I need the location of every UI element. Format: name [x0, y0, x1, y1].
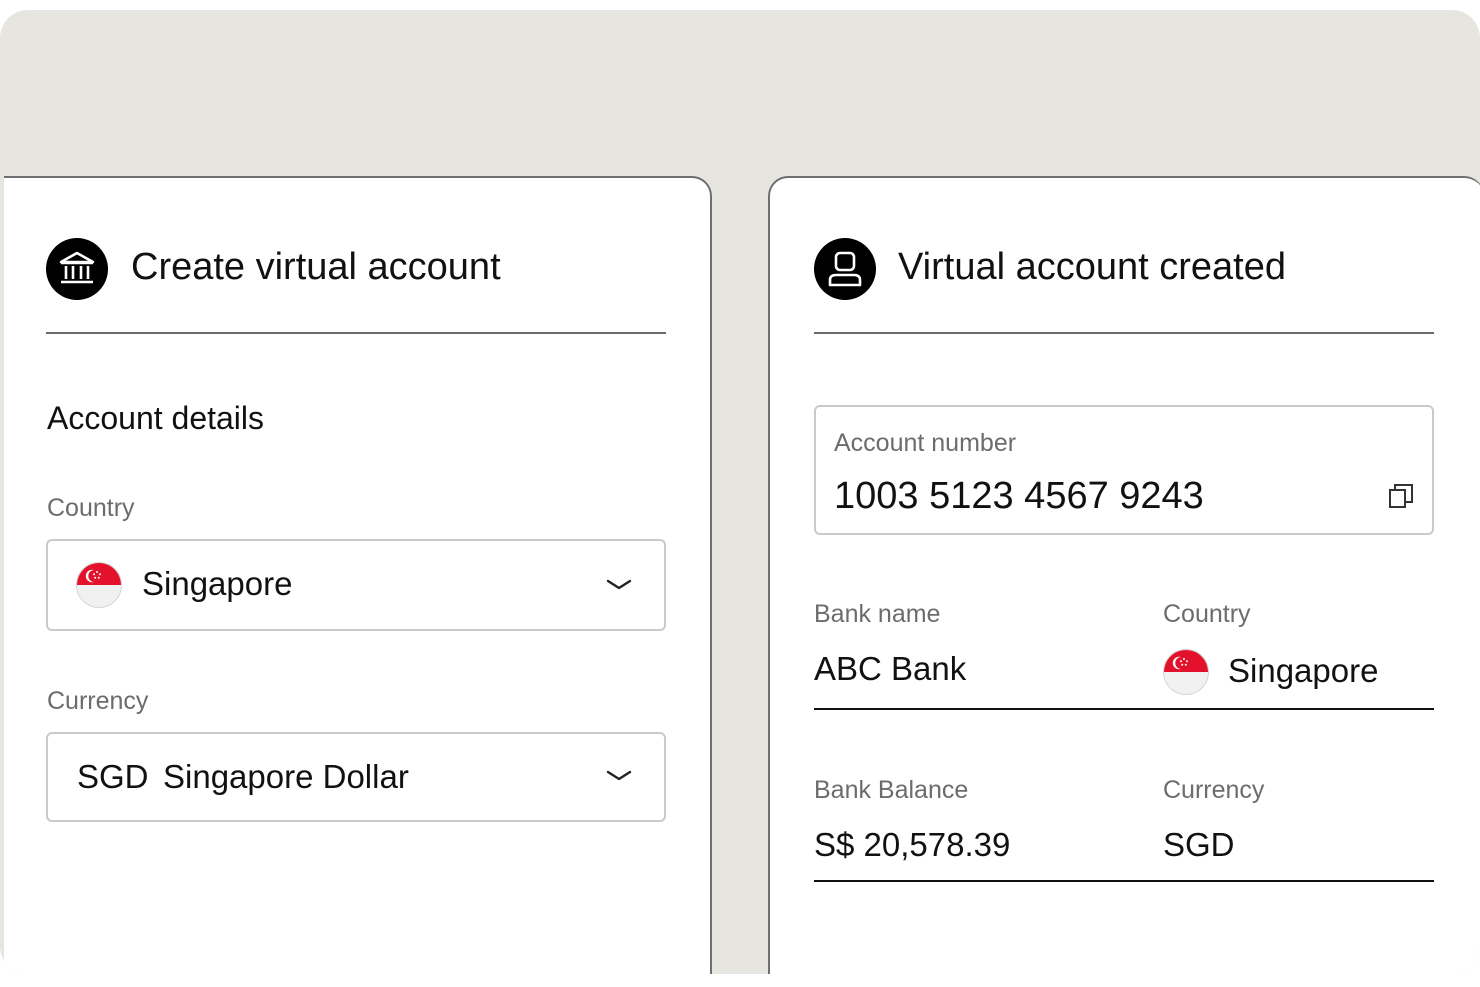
chevron-down-icon: [606, 579, 632, 590]
bank-icon: [46, 238, 108, 300]
country-value: Singapore: [1228, 652, 1379, 689]
user-icon: [814, 238, 876, 300]
account-number-box: Account number 1003 5123 4567 9243: [814, 405, 1434, 535]
currency-code: SGD: [77, 758, 149, 795]
row-divider: [814, 708, 1434, 710]
chevron-down-icon: [606, 770, 632, 781]
title-divider: [46, 332, 666, 334]
account-number-label: Account number: [834, 429, 1017, 457]
section-heading: Account details: [47, 400, 265, 436]
create-virtual-account-panel: Create virtual account Account details C…: [4, 176, 712, 974]
background-frame: Create virtual account Account details C…: [0, 10, 1480, 974]
singapore-flag-icon: [76, 562, 122, 608]
bank-balance-value: S$ 20,578.39: [814, 826, 1011, 863]
account-number-value: 1003 5123 4567 9243: [834, 475, 1204, 517]
bank-name-label: Bank name: [814, 600, 941, 628]
virtual-account-created-panel: Virtual account created Account number 1…: [768, 176, 1480, 974]
singapore-flag-icon: [1163, 649, 1209, 695]
currency-label: Currency: [47, 687, 149, 715]
country-select-value: Singapore: [142, 565, 293, 602]
currency-label: Currency: [1163, 776, 1265, 804]
currency-value: SGD: [1163, 826, 1235, 863]
country-select[interactable]: Singapore: [46, 539, 666, 631]
country-label: Country: [1163, 600, 1251, 628]
bank-name-value: ABC Bank: [814, 650, 967, 687]
page-title: Create virtual account: [131, 246, 501, 288]
bank-balance-label: Bank Balance: [814, 776, 969, 804]
currency-name: Singapore Dollar: [163, 758, 409, 795]
country-label: Country: [47, 494, 135, 522]
copy-icon[interactable]: [1388, 483, 1414, 509]
title-divider: [814, 332, 1434, 334]
row-divider: [814, 880, 1434, 882]
currency-select[interactable]: SGD Singapore Dollar: [46, 732, 666, 822]
page-title: Virtual account created: [898, 246, 1286, 288]
